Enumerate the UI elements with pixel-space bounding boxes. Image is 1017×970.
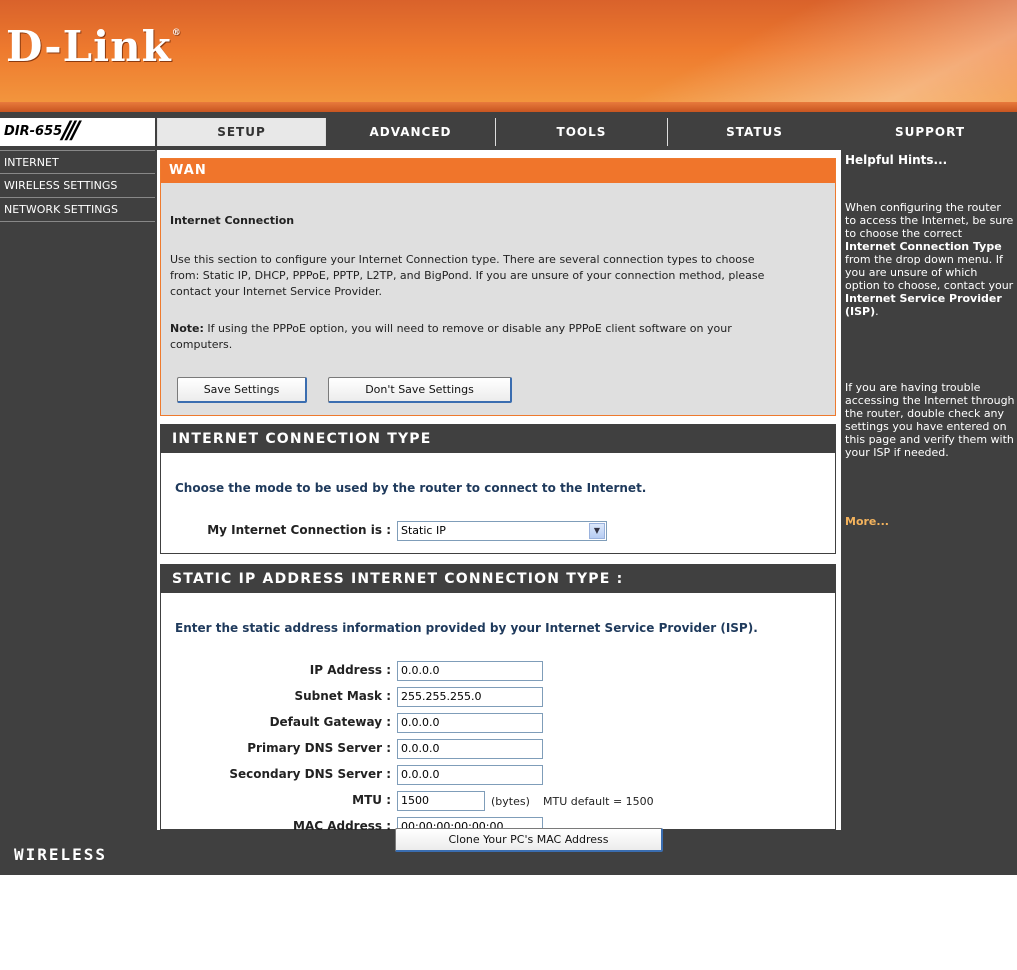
wan-section: WAN Internet Connection Use this section… — [160, 158, 836, 416]
secondary-dns-label: Secondary DNS Server : — [229, 767, 391, 781]
sidebar-item-wireless-settings[interactable]: WIRELESS SETTINGS — [0, 174, 155, 198]
internet-connection-type-section: INTERNET CONNECTION TYPE Choose the mode… — [160, 424, 836, 554]
model-name: DIR-655 — [4, 124, 63, 139]
model-slashes: /// — [62, 116, 80, 144]
mtu-label: MTU : — [352, 793, 391, 807]
ip-address-label: IP Address : — [309, 663, 391, 677]
subnet-mask-input[interactable]: 255.255.255.0 — [397, 687, 543, 707]
clone-mac-button[interactable]: Clone Your PC's MAC Address — [395, 828, 663, 852]
mtu-default: MTU default = 1500 — [543, 795, 654, 808]
model-badge: DIR-655 /// — [0, 116, 155, 146]
ict-title: INTERNET CONNECTION TYPE — [161, 425, 835, 453]
help-title: Helpful Hints... — [845, 153, 948, 167]
connection-type-value: Static IP — [401, 524, 446, 537]
dont-save-settings-button[interactable]: Don't Save Settings — [328, 377, 512, 403]
mtu-unit: (bytes) — [491, 795, 530, 808]
main-content: WAN Internet Connection Use this section… — [157, 150, 841, 852]
wan-note-2: computers. — [170, 338, 233, 351]
primary-dns-label: Primary DNS Server : — [247, 741, 391, 755]
footer-wireless-logo: WIRELESS — [14, 845, 108, 864]
help-text-1: When configuring the router to access th… — [845, 201, 1014, 318]
default-gateway-label: Default Gateway : — [269, 715, 391, 729]
static-ip-section: STATIC IP ADDRESS INTERNET CONNECTION TY… — [160, 564, 836, 837]
sidebar-item-internet[interactable]: INTERNET — [0, 150, 155, 174]
ip-address-input[interactable]: 0.0.0.0 — [397, 661, 543, 681]
primary-dns-input[interactable]: 0.0.0.0 — [397, 739, 543, 759]
wan-note-1: Note: If using the PPPoE option, you wil… — [170, 322, 830, 335]
page-bottom — [0, 875, 1017, 970]
mac-address-label: MAC Address : — [293, 819, 391, 833]
sidebar-item-network-settings[interactable]: NETWORK SETTINGS — [0, 198, 155, 222]
header-banner: D-Link® — [0, 0, 1017, 112]
help-panel: Helpful Hints... When configuring the ro… — [843, 150, 1017, 830]
chevron-down-icon[interactable]: ▼ — [589, 523, 605, 539]
banner-swoosh — [548, 0, 1017, 112]
save-settings-button[interactable]: Save Settings — [177, 377, 307, 403]
wan-desc-1: Use this section to configure your Inter… — [170, 253, 755, 266]
dlink-logo: D-Link® — [6, 22, 182, 71]
top-nav: DIR-655 /// SETUP ADVANCED TOOLS STATUS … — [0, 116, 1017, 146]
default-gateway-input[interactable]: 0.0.0.0 — [397, 713, 543, 733]
tab-support[interactable]: SUPPORT — [843, 118, 1017, 146]
wan-desc-3: contact your Internet Service Provider. — [170, 285, 382, 298]
static-title: STATIC IP ADDRESS INTERNET CONNECTION TY… — [161, 565, 835, 593]
note-text: If using the PPPoE option, you will need… — [203, 322, 732, 335]
connection-type-label: My Internet Connection is : — [207, 523, 391, 537]
tab-setup[interactable]: SETUP — [157, 118, 325, 146]
tab-tools[interactable]: TOOLS — [495, 118, 667, 146]
help-more-link[interactable]: More... — [845, 515, 889, 528]
static-prompt: Enter the static address information pro… — [175, 621, 758, 635]
subnet-mask-label: Subnet Mask : — [294, 689, 391, 703]
secondary-dns-input[interactable]: 0.0.0.0 — [397, 765, 543, 785]
tab-status[interactable]: STATUS — [667, 118, 841, 146]
sidebar: INTERNET WIRELESS SETTINGS NETWORK SETTI… — [0, 150, 155, 830]
tab-advanced[interactable]: ADVANCED — [325, 118, 495, 146]
wan-header: WAN — [161, 159, 835, 183]
ict-prompt: Choose the mode to be used by the router… — [175, 481, 647, 495]
banner-band — [0, 102, 1017, 112]
note-label: Note: — [170, 322, 204, 335]
wan-subtitle: Internet Connection — [170, 214, 295, 227]
help-text-2: If you are having trouble accessing the … — [845, 381, 1015, 459]
wan-desc-2: from: Static IP, DHCP, PPPoE, PPTP, L2TP… — [170, 269, 765, 282]
mtu-input[interactable]: 1500 — [397, 791, 485, 811]
connection-type-select[interactable]: Static IP ▼ — [397, 521, 607, 541]
